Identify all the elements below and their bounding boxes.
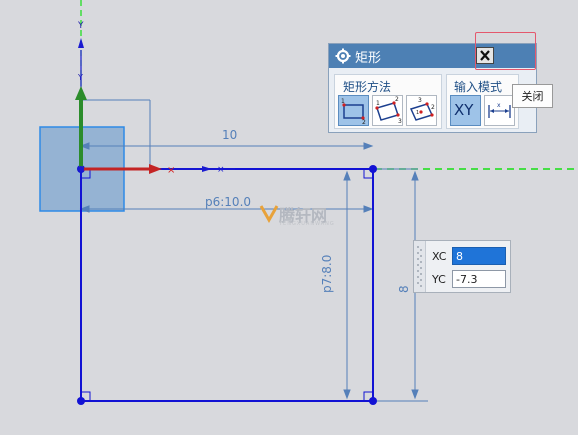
svg-text:1: 1 xyxy=(376,100,380,107)
xy-mode-label: XY xyxy=(454,101,474,119)
svg-text:1: 1 xyxy=(416,110,419,116)
svg-text:×: × xyxy=(217,165,225,175)
rectangle-method-label: 矩形方法 xyxy=(343,80,392,94)
three-point-method-button[interactable]: 1 2 3 xyxy=(372,95,403,126)
close-tooltip: 关闭 xyxy=(512,84,553,108)
coordinate-input-panel: XC YC xyxy=(413,240,511,293)
dim-top-width[interactable]: 10 xyxy=(222,128,237,142)
watermark-sub: TENGXUANWANG xyxy=(279,221,335,227)
svg-text:×: × xyxy=(167,165,175,176)
vertex-bottom-left[interactable] xyxy=(77,397,85,405)
vertex-bottom-right[interactable] xyxy=(369,397,377,405)
svg-text:3: 3 xyxy=(398,118,402,125)
parameter-mode-icon: x xyxy=(488,102,511,118)
rectangle-method-group: 矩形方法 1 2 1 2 3 3 2 1 xyxy=(334,74,442,129)
yc-input[interactable] xyxy=(452,270,506,288)
input-mode-label: 输入模式 xyxy=(454,80,503,94)
two-point-method-button[interactable]: 1 2 xyxy=(338,95,369,126)
dialog-title: 矩形 xyxy=(355,51,382,66)
input-mode-group: 输入模式 XY x xyxy=(446,74,519,129)
svg-text:3: 3 xyxy=(418,97,422,104)
close-button-highlight xyxy=(475,32,536,70)
svg-text:1: 1 xyxy=(341,98,345,105)
svg-text:2: 2 xyxy=(431,104,435,111)
dim-left-height[interactable]: p7:8.0 xyxy=(320,255,334,293)
center-method-button[interactable]: 3 2 1 xyxy=(406,95,437,126)
y-axis-marker: Y xyxy=(77,21,84,31)
drag-handle[interactable] xyxy=(414,241,426,292)
svg-text:2: 2 xyxy=(362,119,366,125)
xc-label: XC xyxy=(432,250,447,263)
svg-text:Y: Y xyxy=(77,73,83,82)
xc-input[interactable] xyxy=(452,247,506,265)
vertex-top-right[interactable] xyxy=(369,165,377,173)
yc-label: YC xyxy=(432,273,446,286)
parameter-mode-button[interactable]: x xyxy=(484,95,515,126)
two-point-rectangle-icon: 1 2 xyxy=(341,98,366,126)
grip-dots-icon xyxy=(417,246,422,287)
svg-text:x: x xyxy=(497,102,501,109)
xy-mode-button[interactable]: XY xyxy=(450,95,481,126)
three-point-rectangle-icon: 1 2 3 xyxy=(375,96,402,125)
gear-icon xyxy=(335,48,351,64)
dim-bottom-width[interactable]: p6:10.0 xyxy=(205,195,251,209)
watermark-logo-icon xyxy=(259,205,279,224)
center-rectangle-icon: 3 2 1 xyxy=(409,97,435,121)
svg-text:2: 2 xyxy=(395,96,399,103)
dim-right-height[interactable]: 8 xyxy=(397,285,411,293)
